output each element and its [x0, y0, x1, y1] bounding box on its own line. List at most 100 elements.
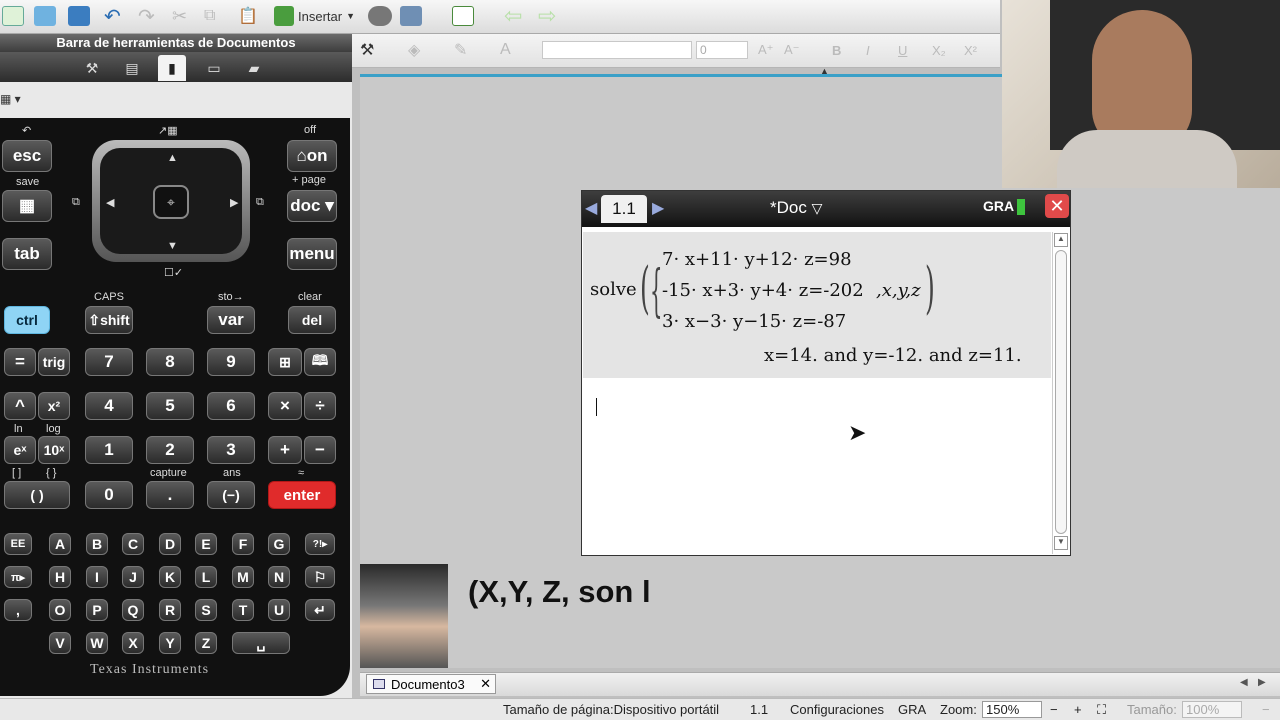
space-key[interactable]: ␣ — [232, 632, 290, 654]
line-color-icon[interactable]: ✎ — [454, 39, 467, 61]
key-h[interactable]: H — [49, 566, 71, 588]
document-tab[interactable]: Documento3 ✕ — [366, 674, 496, 694]
menu-key[interactable]: menu — [287, 238, 337, 270]
size-decrease-icon[interactable]: − — [1262, 702, 1270, 717]
superscript-icon[interactable]: X² — [964, 39, 977, 61]
page-tab[interactable]: 1.1 — [601, 195, 647, 223]
cut-icon[interactable]: ✂ — [172, 5, 187, 27]
text-color-icon[interactable]: A — [500, 39, 511, 61]
font-size-select[interactable]: 0 — [696, 41, 748, 59]
key-t[interactable]: T — [232, 599, 254, 621]
redo-icon[interactable]: ↷ — [138, 5, 155, 28]
fit-screen-icon[interactable]: ⛶ — [1097, 702, 1106, 718]
key-7[interactable]: 7 — [85, 348, 133, 376]
ee-key[interactable]: EE — [4, 533, 32, 555]
tab-scroll-right-icon[interactable]: ▶ — [1258, 677, 1266, 688]
key-2[interactable]: 2 — [146, 436, 194, 464]
template-key[interactable]: ⊞ — [268, 348, 302, 376]
equals-key[interactable]: = — [4, 348, 36, 376]
key-e[interactable]: E — [195, 533, 217, 555]
ten-power-key[interactable]: 10ˣ — [38, 436, 70, 464]
variables-icon[interactable] — [368, 5, 392, 27]
comma-key[interactable]: , — [4, 599, 32, 621]
key-v[interactable]: V — [49, 632, 71, 654]
key-3[interactable]: 3 — [207, 436, 255, 464]
punctuation-key[interactable]: ?!▸ — [305, 533, 335, 555]
key-y[interactable]: Y — [159, 632, 181, 654]
screen-capture-icon[interactable] — [400, 5, 422, 27]
close-icon[interactable]: ✕ — [1045, 194, 1069, 218]
bold-icon[interactable]: B — [832, 39, 841, 61]
square-key[interactable]: x² — [38, 392, 70, 420]
underline-icon[interactable]: U — [898, 39, 907, 61]
content-tab-icon[interactable]: ▭ — [200, 55, 228, 81]
handheld-tab-icon[interactable]: ▮ — [158, 55, 186, 81]
scroll-up-icon[interactable]: ▲ — [1054, 233, 1068, 247]
tab-scroll-left-icon[interactable]: ◀ — [1240, 677, 1248, 688]
size-select[interactable]: 100% — [1182, 701, 1242, 718]
key-6[interactable]: 6 — [207, 392, 255, 420]
undo-icon[interactable]: ↶ — [104, 5, 121, 28]
font-select[interactable] — [542, 41, 692, 59]
caret-key[interactable]: ^ — [4, 392, 36, 420]
fill-color-icon[interactable]: ◈ — [408, 39, 420, 61]
zoom-select[interactable]: 150% — [982, 701, 1042, 718]
prev-page-icon[interactable]: ◀ — [585, 198, 597, 218]
font-shrink-icon[interactable]: A⁻ — [784, 39, 800, 61]
paste-icon[interactable]: 📋 — [238, 5, 258, 27]
key-1[interactable]: 1 — [85, 436, 133, 464]
open-folder-icon[interactable] — [34, 5, 56, 27]
del-key[interactable]: del — [288, 306, 336, 334]
key-g[interactable]: G — [268, 533, 290, 555]
esc-key[interactable]: esc — [2, 140, 52, 172]
key-0[interactable]: 0 — [85, 481, 133, 509]
parentheses-key[interactable]: ( ) — [4, 481, 70, 509]
key-p[interactable]: P — [86, 599, 108, 621]
tools-icon[interactable]: ⚒ — [360, 39, 374, 61]
key-5[interactable]: 5 — [146, 392, 194, 420]
mode-status[interactable]: GRA — [898, 702, 926, 717]
key-o[interactable]: O — [49, 599, 71, 621]
key-r[interactable]: R — [159, 599, 181, 621]
settings-status[interactable]: Configuraciones — [790, 702, 884, 717]
home-on-key[interactable]: ⌂on — [287, 140, 337, 172]
key-d[interactable]: D — [159, 533, 181, 555]
up-arrow-icon[interactable]: ▲ — [167, 152, 178, 164]
key-x[interactable]: X — [122, 632, 144, 654]
new-document-icon[interactable] — [2, 5, 24, 27]
view-selector-icon[interactable]: ▦ ▾ — [0, 92, 21, 106]
right-arrow-icon[interactable]: ▶ — [230, 196, 238, 209]
key-f[interactable]: F — [232, 533, 254, 555]
subscript-icon[interactable]: X₂ — [932, 39, 946, 61]
next-page-icon[interactable]: ▶ — [652, 198, 664, 218]
key-q[interactable]: Q — [122, 599, 144, 621]
return-key[interactable]: ↵ — [305, 599, 335, 621]
key-s[interactable]: S — [195, 599, 217, 621]
key-k[interactable]: K — [159, 566, 181, 588]
key-c[interactable]: C — [122, 533, 144, 555]
key-u[interactable]: U — [268, 599, 290, 621]
key-4[interactable]: 4 — [85, 392, 133, 420]
zoom-in-icon[interactable]: + — [1074, 702, 1082, 717]
exp-key[interactable]: eˣ — [4, 436, 36, 464]
minus-key[interactable]: − — [304, 436, 336, 464]
scroll-thumb[interactable] — [1055, 250, 1067, 534]
back-arrow-icon[interactable]: ⇦ — [504, 3, 522, 28]
key-8[interactable]: 8 — [146, 348, 194, 376]
key-l[interactable]: L — [195, 566, 217, 588]
click-pointer-icon[interactable]: ⌖ — [153, 185, 189, 219]
collapse-arrow-icon[interactable]: ▲ — [820, 66, 829, 76]
key-m[interactable]: M — [232, 566, 254, 588]
key-b[interactable]: B — [86, 533, 108, 555]
trig-key[interactable]: trig — [38, 348, 70, 376]
negative-key[interactable]: (−) — [207, 481, 255, 509]
page-layout-icon[interactable] — [452, 5, 474, 27]
key-i[interactable]: I — [86, 566, 108, 588]
save-icon[interactable] — [68, 5, 90, 27]
page-sorter-tab-icon[interactable]: ▤ — [118, 55, 146, 81]
italic-icon[interactable]: I — [866, 39, 870, 61]
var-key[interactable]: var — [207, 306, 255, 334]
close-tab-icon[interactable]: ✕ — [480, 676, 491, 692]
utilities-tab-icon[interactable]: ▰ — [240, 55, 268, 81]
down-arrow-icon[interactable]: ▼ — [167, 240, 178, 252]
